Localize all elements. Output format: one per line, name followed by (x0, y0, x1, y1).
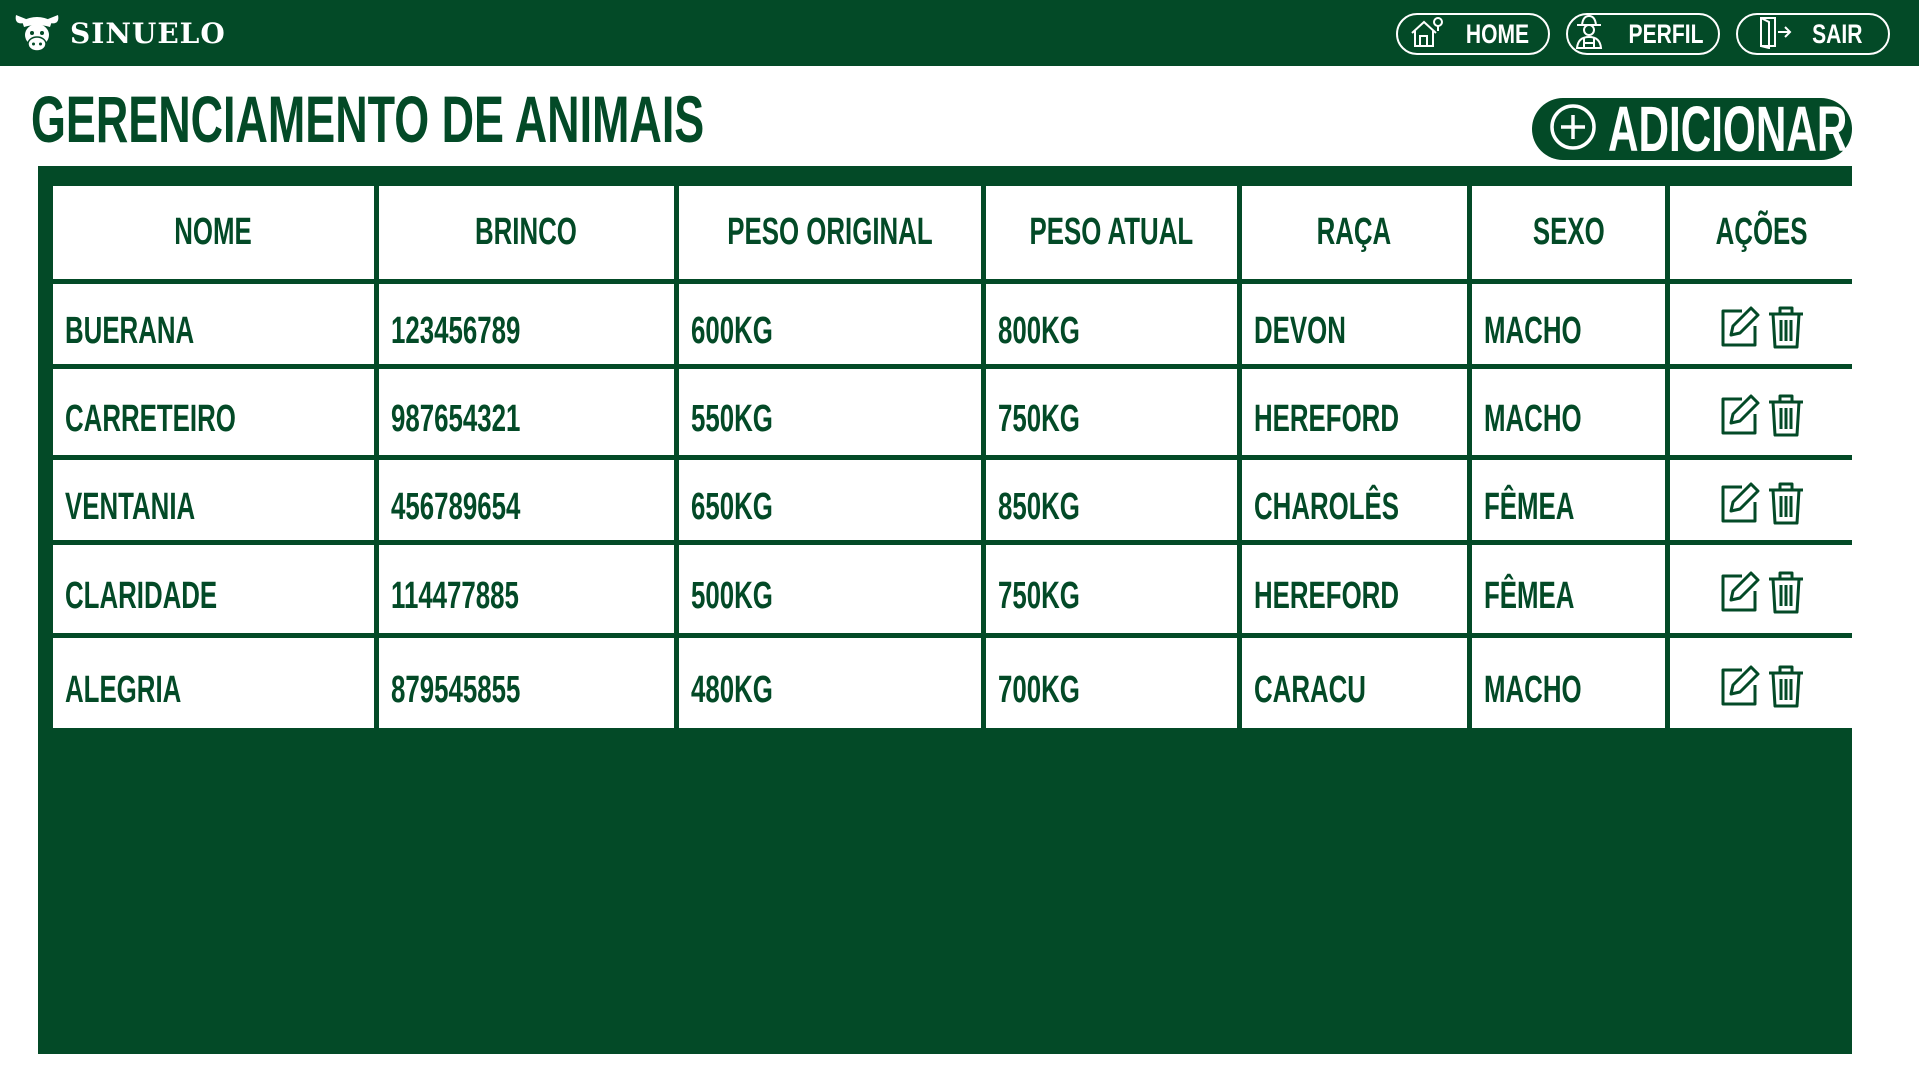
app-name: SINUELO (70, 16, 226, 50)
table-row[interactable]: BUERANA 123456789 600KG 800KG DEVON MACH… (53, 284, 1852, 364)
house-icon (1409, 15, 1445, 54)
table-cell: VENTANIA (53, 460, 374, 540)
page-title: GERENCIAMENTO DE ANIMAIS (31, 82, 705, 156)
table-cell: 987654321 (378, 369, 675, 455)
perfil-button[interactable]: PERFIL (1566, 13, 1720, 55)
table-cell: FÊMEA (1471, 460, 1666, 540)
animals-panel: NOME BRINCO PESO ORIGINAL PESO ATUAL RAÇ… (38, 166, 1852, 1054)
table-cell: MACHO (1471, 284, 1666, 364)
table-cell: 550KG (679, 369, 982, 455)
perfil-label: PERFIL (1628, 18, 1704, 49)
table-cell: 750KG (986, 545, 1237, 633)
table-cell: 480KG (679, 638, 982, 728)
plus-circle-icon (1548, 102, 1598, 157)
trash-icon[interactable] (1766, 304, 1806, 350)
exit-door-icon (1757, 15, 1793, 54)
trash-icon[interactable] (1766, 480, 1806, 526)
actions-cell (1670, 545, 1852, 633)
sair-button[interactable]: SAIR (1736, 13, 1890, 55)
animals-table: NOME BRINCO PESO ORIGINAL PESO ATUAL RAÇ… (48, 181, 1857, 733)
table-cell: FÊMEA (1471, 545, 1666, 633)
add-button[interactable]: ADICIONAR (1532, 93, 1852, 165)
edit-icon[interactable] (1716, 569, 1762, 615)
table-row[interactable]: CLARIDADE 114477885 500KG 750KG HEREFORD… (53, 545, 1852, 633)
edit-icon[interactable] (1716, 304, 1762, 350)
table-row[interactable]: ALEGRIA 879545855 480KG 700KG CARACU MAC… (53, 638, 1852, 728)
trash-icon[interactable] (1766, 569, 1806, 615)
column-header[interactable]: SEXO (1471, 186, 1666, 279)
actions-cell (1670, 369, 1852, 455)
table-cell: 750KG (986, 369, 1237, 455)
table-cell: MACHO (1471, 369, 1666, 455)
cow-head-icon (12, 9, 62, 58)
sair-label: SAIR (1811, 18, 1863, 49)
column-header[interactable]: PESO ATUAL (986, 186, 1237, 279)
table-cell: 850KG (986, 460, 1237, 540)
column-header[interactable]: PESO ORIGINAL (679, 186, 982, 279)
actions-cell (1670, 638, 1852, 728)
table-cell: 600KG (679, 284, 982, 364)
table-cell: HEREFORD (1241, 545, 1467, 633)
table-header-row: NOME BRINCO PESO ORIGINAL PESO ATUAL RAÇ… (53, 186, 1852, 279)
table-cell: 500KG (679, 545, 982, 633)
table-cell: 456789654 (378, 460, 675, 540)
farmer-icon (1572, 14, 1606, 55)
table-cell: 800KG (986, 284, 1237, 364)
trash-icon[interactable] (1766, 663, 1806, 709)
column-header[interactable]: RAÇA (1241, 186, 1467, 279)
edit-icon[interactable] (1716, 480, 1762, 526)
table-cell: 123456789 (378, 284, 675, 364)
top-bar: SINUELO HOME PERFIL SAIR (0, 0, 1919, 66)
table-cell: DEVON (1241, 284, 1467, 364)
table-cell: 114477885 (378, 545, 675, 633)
actions-cell (1670, 284, 1852, 364)
table-cell: HEREFORD (1241, 369, 1467, 455)
table-cell: 650KG (679, 460, 982, 540)
edit-icon[interactable] (1716, 663, 1762, 709)
table-cell: MACHO (1471, 638, 1666, 728)
trash-icon[interactable] (1766, 392, 1806, 438)
column-header: AÇÕES (1670, 186, 1852, 279)
table-cell: CARACU (1241, 638, 1467, 728)
column-header[interactable]: NOME (53, 186, 374, 279)
table-cell: CLARIDADE (53, 545, 374, 633)
home-label: HOME (1465, 18, 1529, 49)
table-row[interactable]: VENTANIA 456789654 650KG 850KG CHAROLÊS … (53, 460, 1852, 540)
edit-icon[interactable] (1716, 392, 1762, 438)
table-cell: BUERANA (53, 284, 374, 364)
column-header[interactable]: BRINCO (378, 186, 675, 279)
actions-cell (1670, 460, 1852, 540)
table-cell: CHAROLÊS (1241, 460, 1467, 540)
home-button[interactable]: HOME (1396, 13, 1550, 55)
table-cell: 879545855 (378, 638, 675, 728)
add-label: ADICIONAR (1608, 93, 1848, 165)
table-cell: 700KG (986, 638, 1237, 728)
brand[interactable]: SINUELO (12, 10, 226, 56)
table-cell: ALEGRIA (53, 638, 374, 728)
table-row[interactable]: CARRETEIRO 987654321 550KG 750KG HEREFOR… (53, 369, 1852, 455)
table-cell: CARRETEIRO (53, 369, 374, 455)
